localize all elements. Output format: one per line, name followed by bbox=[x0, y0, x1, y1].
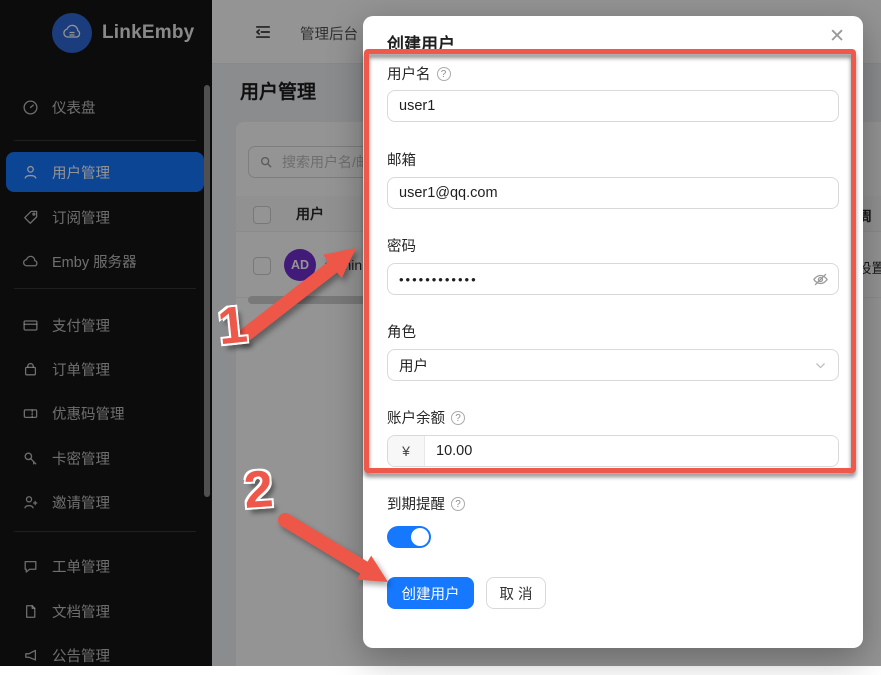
username-label: 用户名 bbox=[387, 63, 451, 84]
password-label: 密码 bbox=[387, 235, 416, 256]
email-label: 邮箱 bbox=[387, 149, 416, 170]
create-user-modal: 创建用户 ✕ 用户名 邮箱 密码 角色 用户 账户余额 ¥ 到期提醒 创建用户 … bbox=[363, 16, 863, 648]
email-field[interactable] bbox=[387, 177, 839, 209]
role-select[interactable]: 用户 bbox=[387, 349, 839, 381]
help-icon[interactable] bbox=[451, 497, 465, 511]
help-icon[interactable] bbox=[451, 411, 465, 425]
password-field[interactable] bbox=[387, 263, 839, 295]
chevron-down-icon bbox=[814, 359, 827, 372]
eye-invisible-icon[interactable] bbox=[812, 271, 829, 288]
modal-title: 创建用户 bbox=[387, 30, 455, 55]
balance-field[interactable] bbox=[425, 436, 838, 466]
balance-label: 账户余额 bbox=[387, 407, 465, 428]
balance-input-group: ¥ bbox=[387, 435, 839, 467]
currency-addon: ¥ bbox=[388, 436, 425, 466]
role-label: 角色 bbox=[387, 321, 416, 342]
cancel-button[interactable]: 取 消 bbox=[486, 577, 546, 609]
create-user-button[interactable]: 创建用户 bbox=[387, 577, 474, 609]
help-icon[interactable] bbox=[437, 67, 451, 81]
close-icon[interactable]: ✕ bbox=[829, 27, 845, 46]
username-field[interactable] bbox=[387, 90, 839, 122]
expiry-reminder-toggle[interactable] bbox=[387, 526, 431, 548]
toggle-knob bbox=[411, 528, 429, 546]
role-selected-value: 用户 bbox=[399, 355, 428, 376]
expiry-reminder-label: 到期提醒 bbox=[387, 493, 465, 514]
